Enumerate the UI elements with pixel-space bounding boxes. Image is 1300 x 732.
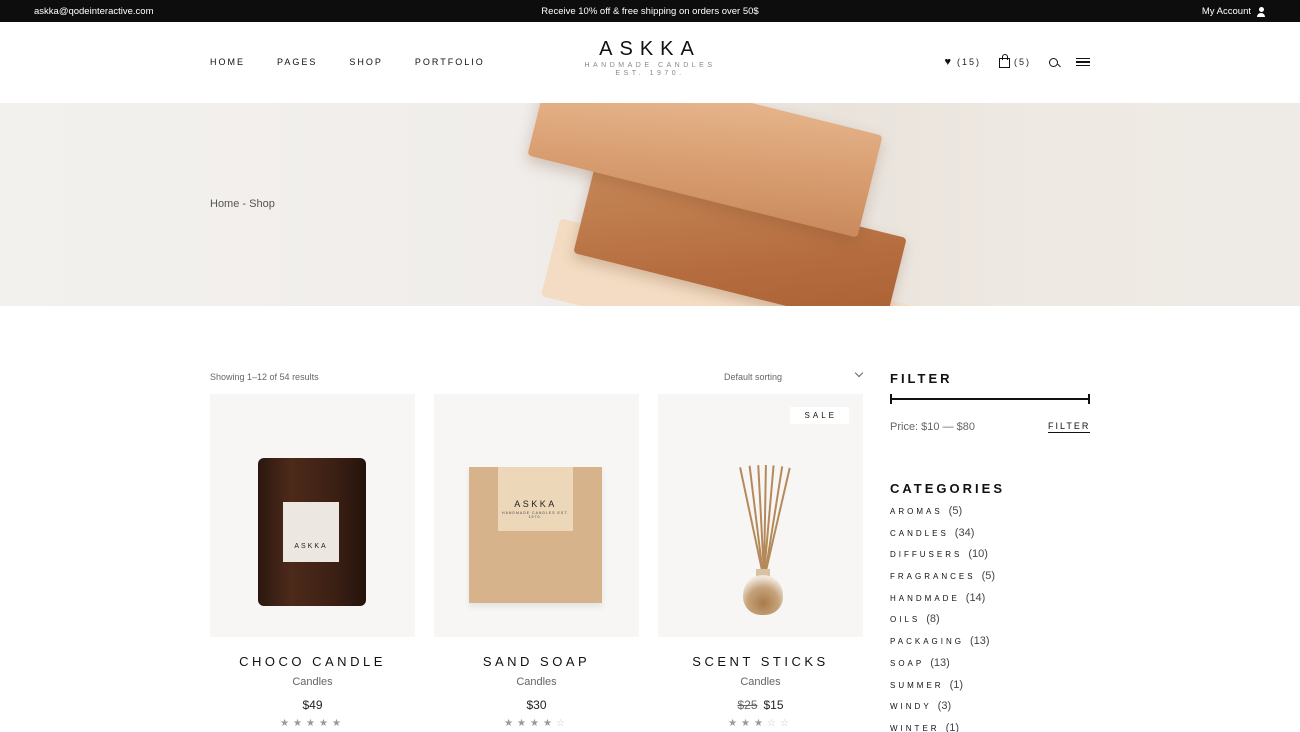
box-label-sub: HANDMADE CANDLES EST. 1970. <box>502 511 569 519</box>
categories-title: CATEGORIES <box>890 481 1005 496</box>
product-price: $49 <box>302 698 323 712</box>
product-image[interactable]: ASKKA <box>210 394 415 637</box>
user-icon <box>1256 6 1266 17</box>
product-image[interactable]: SALE <box>658 394 863 637</box>
price-range-label: Price: $10 — $80 <box>890 421 975 433</box>
old-price: $25 <box>737 698 758 712</box>
nav-home[interactable]: HOME <box>210 57 245 67</box>
chevron-down-icon <box>854 368 864 378</box>
product-category[interactable]: Candles <box>210 676 415 688</box>
sorting-value: Default sorting <box>724 372 783 382</box>
candle-label: ASKKA <box>283 502 339 562</box>
site-logo[interactable]: ASKKA HANDMADE CANDLES EST. 1970. <box>560 38 740 77</box>
price-range-slider[interactable] <box>890 394 1090 404</box>
product-card[interactable]: ASKKA CHOCO CANDLE Candles $49 ★★★★★ <box>210 394 415 729</box>
header-icons: ♥ (15) (5) <box>926 54 1090 68</box>
filter-title: FILTER <box>890 371 953 386</box>
heart-icon: ♥ <box>944 56 953 68</box>
nav-shop[interactable]: SHOP <box>349 57 383 67</box>
main-nav: HOME PAGES SHOP PORTFOLIO <box>210 57 517 67</box>
cart-button[interactable]: (5) <box>999 54 1031 68</box>
filter-button[interactable]: FILTER <box>1048 421 1091 433</box>
category-item[interactable]: SUMMER (1) <box>890 679 995 701</box>
reed-diffuser <box>728 460 798 615</box>
nav-portfolio[interactable]: PORTFOLIO <box>415 57 485 67</box>
sale-badge: SALE <box>789 407 849 424</box>
nav-pages[interactable]: PAGES <box>277 57 317 67</box>
search-icon[interactable] <box>1049 57 1058 67</box>
my-account-link[interactable]: My Account <box>1202 6 1266 17</box>
category-item[interactable]: CANDLES (34) <box>890 527 995 549</box>
product-category[interactable]: Candles <box>434 676 639 688</box>
candle-jar: ASKKA <box>258 458 366 606</box>
sorting-select[interactable]: Default sorting <box>724 368 864 382</box>
breadcrumb[interactable]: Home - Shop <box>210 198 275 210</box>
product-title[interactable]: CHOCO CANDLE <box>210 654 415 669</box>
category-item[interactable]: FRAGRANCES (5) <box>890 570 995 592</box>
product-title[interactable]: SAND SOAP <box>434 654 639 669</box>
result-count: Showing 1–12 of 54 results <box>210 372 319 382</box>
promo-message: Receive 10% off & free shipping on order… <box>541 6 759 17</box>
product-rating: ★★★☆☆ <box>728 718 793 729</box>
product-title[interactable]: SCENT STICKS <box>658 654 863 669</box>
product-image[interactable]: ASKKA HANDMADE CANDLES EST. 1970. <box>434 394 639 637</box>
logo-name: ASKKA <box>599 38 701 60</box>
product-price: $30 <box>526 698 547 712</box>
top-bar: askka@qodeinteractive.com Receive 10% of… <box>0 0 1300 22</box>
logo-est: EST. 1970. <box>615 70 685 77</box>
page-title-hero: Home - Shop <box>0 103 1300 306</box>
wishlist-button[interactable]: ♥ (15) <box>944 56 981 68</box>
category-item[interactable]: DIFFUSERS (10) <box>890 548 995 570</box>
site-header: HOME PAGES SHOP PORTFOLIO ASKKA HANDMADE… <box>0 22 1300 103</box>
my-account-label: My Account <box>1201 6 1251 17</box>
product-category[interactable]: Candles <box>658 676 863 688</box>
box-label: ASKKA <box>514 499 557 509</box>
category-item[interactable]: AROMAS (5) <box>890 505 995 527</box>
sale-price: $15 <box>763 698 784 712</box>
cart-count: (5) <box>1014 57 1031 67</box>
hamburger-menu-icon[interactable] <box>1076 58 1090 66</box>
product-rating: ★★★★★ <box>280 718 345 729</box>
product-price: $25 $15 <box>658 698 863 712</box>
category-item[interactable]: PACKAGING (13) <box>890 635 995 657</box>
category-item[interactable]: HANDMADE (14) <box>890 592 995 614</box>
wishlist-count: (15) <box>956 57 981 67</box>
product-card[interactable]: SALE SCENT STICKS Candles $25 $15 ★★★☆☆ <box>658 394 863 729</box>
category-item[interactable]: SOAP (13) <box>890 657 995 679</box>
product-rating: ★★★★☆ <box>504 718 569 729</box>
product-card[interactable]: ASKKA HANDMADE CANDLES EST. 1970. SAND S… <box>434 394 639 729</box>
category-item[interactable]: WINDY (3) <box>890 700 995 722</box>
category-list: AROMAS (5) CANDLES (34) DIFFUSERS (10) FRAG… <box>890 505 995 732</box>
category-item[interactable]: OILS (8) <box>890 613 995 635</box>
shopping-bag-icon <box>999 54 1010 68</box>
logo-tagline: HANDMADE CANDLES <box>584 62 716 69</box>
soap-box: ASKKA HANDMADE CANDLES EST. 1970. <box>469 467 602 603</box>
category-item[interactable]: WINTER (1) <box>890 722 995 732</box>
